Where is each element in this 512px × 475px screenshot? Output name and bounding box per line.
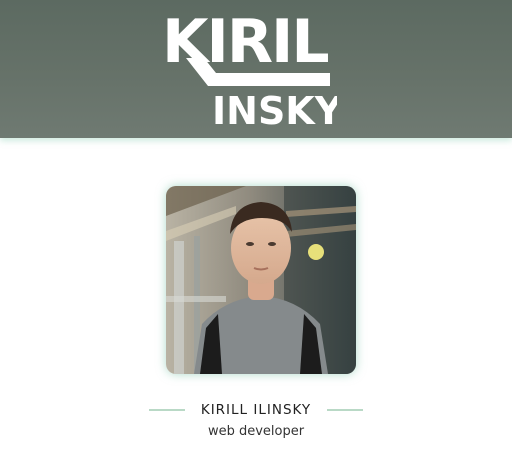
logo-line-1: KIRIL [162, 7, 328, 77]
logo-line-2: INSKY [212, 89, 337, 130]
site-logo[interactable]: KIRIL INSKY [162, 0, 337, 130]
right-divider [327, 409, 364, 411]
profile-role: web developer [207, 424, 305, 439]
profile-photo [166, 186, 356, 374]
profile-name: KIRILL ILINSKY [200, 402, 312, 418]
name-row: KIRILL ILINSKY [0, 400, 512, 420]
site-header: KIRIL INSKY [0, 0, 512, 138]
left-divider [148, 409, 185, 411]
